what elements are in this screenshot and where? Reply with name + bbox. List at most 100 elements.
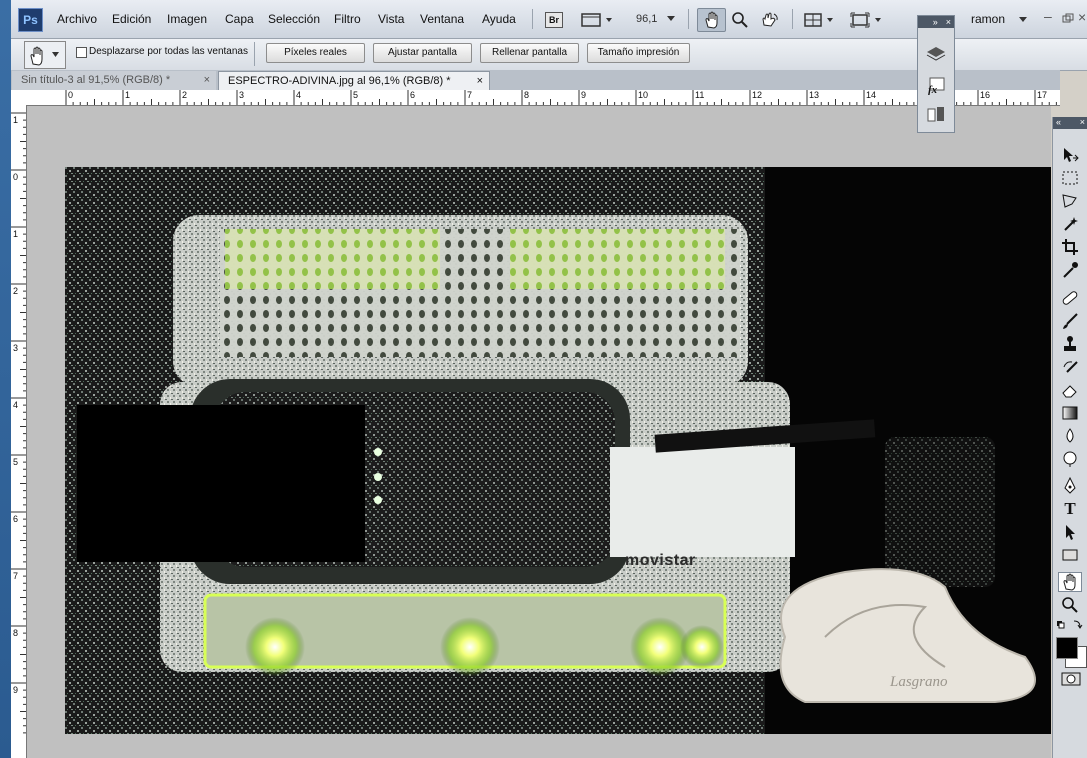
clone-stamp-tool[interactable] bbox=[1058, 334, 1082, 354]
ruler-label: 4 bbox=[13, 400, 19, 410]
rectangular-marquee-icon bbox=[1062, 171, 1078, 185]
ruler-label: 0 bbox=[13, 172, 19, 182]
layer-styles-icon[interactable]: fx bbox=[926, 77, 946, 95]
user-name[interactable]: ramon bbox=[971, 12, 1005, 26]
chevron-down-icon[interactable] bbox=[1018, 16, 1028, 24]
hand-icon bbox=[704, 11, 717, 29]
quick-mask-icon[interactable] bbox=[1061, 672, 1081, 686]
path-selection-tool[interactable] bbox=[1058, 522, 1082, 542]
tool-preset-picker[interactable] bbox=[24, 41, 66, 69]
move-tool[interactable] bbox=[1058, 145, 1082, 165]
menu-imagen[interactable]: Imagen bbox=[167, 12, 207, 26]
expand-panels-icon[interactable]: » bbox=[933, 17, 938, 27]
magic-wand-tool[interactable] bbox=[1058, 214, 1082, 234]
collapsed-panel-dock: » × fx bbox=[917, 15, 955, 133]
ruler-label: 2 bbox=[182, 90, 188, 100]
healing-brush-tool[interactable] bbox=[1058, 288, 1082, 308]
print-size-button[interactable]: Tamaño impresión bbox=[587, 43, 690, 63]
lasso-tool[interactable] bbox=[1058, 191, 1082, 211]
minimize-button[interactable]: – bbox=[1044, 8, 1052, 24]
eraser-icon bbox=[1062, 385, 1077, 398]
close-icon[interactable]: × bbox=[1080, 117, 1085, 129]
menu-vista[interactable]: Vista bbox=[378, 12, 404, 26]
panel-dock-header[interactable]: » × bbox=[918, 16, 954, 28]
close-window-button[interactable]: × bbox=[1078, 9, 1086, 25]
zoom-tool-button[interactable] bbox=[727, 8, 753, 32]
fit-screen-button[interactable]: Ajustar pantalla bbox=[373, 43, 472, 63]
router-photo bbox=[65, 167, 1051, 734]
eraser-tool[interactable] bbox=[1058, 380, 1082, 400]
extras-dropdown[interactable] bbox=[578, 8, 616, 32]
restore-icon[interactable] bbox=[1062, 13, 1074, 23]
history-states-icon[interactable] bbox=[926, 106, 946, 124]
gradient-icon bbox=[1062, 406, 1078, 420]
ruler-label: 1 bbox=[125, 90, 131, 100]
move-icon bbox=[1064, 148, 1079, 162]
foreground-color-swatch[interactable] bbox=[1056, 637, 1078, 659]
zoom-level[interactable]: 96,1 bbox=[636, 13, 657, 25]
history-brush-tool[interactable] bbox=[1058, 357, 1082, 377]
actual-pixels-button[interactable]: Píxeles reales bbox=[266, 43, 365, 63]
menu-ayuda[interactable]: Ayuda bbox=[482, 12, 516, 26]
bridge-icon: Br bbox=[545, 12, 563, 28]
bridge-button[interactable]: Br bbox=[542, 8, 566, 32]
ruler-label: 14 bbox=[866, 90, 877, 100]
arrow-icon bbox=[1066, 525, 1075, 540]
ruler-label: 9 bbox=[13, 685, 19, 695]
stamp-icon bbox=[1064, 336, 1076, 351]
type-tool[interactable]: T bbox=[1058, 499, 1082, 519]
ruler-label: 6 bbox=[13, 514, 19, 524]
menu-capa[interactable]: Capa bbox=[225, 12, 254, 26]
zoom-tool[interactable] bbox=[1058, 595, 1082, 615]
screen-mode-dropdown[interactable] bbox=[847, 8, 887, 32]
ruler-label: 5 bbox=[13, 457, 19, 467]
blur-tool[interactable] bbox=[1058, 426, 1082, 446]
menu-seleccion[interactable]: Selección bbox=[268, 12, 320, 26]
crop-tool[interactable] bbox=[1058, 237, 1082, 257]
hand-tool[interactable] bbox=[1058, 572, 1082, 592]
separator bbox=[688, 9, 689, 29]
menu-ventana[interactable]: Ventana bbox=[420, 12, 464, 26]
close-icon[interactable]: × bbox=[477, 72, 483, 91]
crop-icon bbox=[1062, 239, 1078, 255]
close-icon[interactable]: × bbox=[204, 71, 210, 90]
tab-sin-titulo[interactable]: Sin título-3 al 91,5% (RGB/8) * × bbox=[12, 71, 216, 90]
gradient-tool[interactable] bbox=[1058, 403, 1082, 423]
pen-tool[interactable] bbox=[1058, 476, 1082, 496]
dodge-tool[interactable] bbox=[1058, 449, 1082, 469]
ruler-label: 5 bbox=[353, 90, 359, 100]
chevron-down-icon[interactable] bbox=[666, 15, 676, 23]
chevron-down-icon bbox=[52, 52, 59, 57]
shape-tool[interactable] bbox=[1058, 545, 1082, 565]
scroll-all-windows-checkbox[interactable] bbox=[76, 47, 87, 58]
ruler-label: 7 bbox=[467, 90, 473, 100]
arrange-documents-dropdown[interactable] bbox=[801, 8, 839, 32]
eyedropper-icon bbox=[1063, 262, 1078, 278]
photo-brand-text: movistar bbox=[625, 552, 696, 569]
svg-text:fx: fx bbox=[928, 84, 938, 95]
tab-espectro-adivina[interactable]: ESPECTRO-ADIVINA.jpg al 96,1% (RGB/8) * … bbox=[218, 71, 490, 90]
document-image[interactable]: movistar Lasgrano bbox=[65, 167, 1051, 734]
default-swap-colors-icon[interactable] bbox=[1056, 619, 1084, 631]
marquee-tool[interactable] bbox=[1058, 168, 1082, 188]
ruler-label: 12 bbox=[752, 90, 763, 100]
ruler-label: 2 bbox=[13, 286, 19, 296]
menu-archivo[interactable]: Archivo bbox=[57, 12, 97, 26]
tools-panel-header[interactable]: «× bbox=[1053, 117, 1087, 129]
ruler-label: 17 bbox=[1037, 90, 1048, 100]
fill-screen-button[interactable]: Rellenar pantalla bbox=[480, 43, 579, 63]
menu-filtro[interactable]: Filtro bbox=[334, 12, 361, 26]
brush-tool[interactable] bbox=[1058, 311, 1082, 331]
menu-edicion[interactable]: Edición bbox=[112, 12, 151, 26]
rotate-view-button[interactable] bbox=[756, 8, 784, 32]
close-icon[interactable]: × bbox=[946, 17, 951, 27]
layers-panel-icon[interactable] bbox=[926, 45, 946, 63]
eyedropper-tool[interactable] bbox=[1058, 260, 1082, 280]
ruler-label: 13 bbox=[809, 90, 820, 100]
hand-tool-button[interactable] bbox=[697, 8, 726, 32]
dodge-icon bbox=[1063, 451, 1077, 467]
expand-tools-icon[interactable]: « bbox=[1056, 117, 1061, 129]
zoom-icon bbox=[732, 12, 748, 28]
ruler-label: 0 bbox=[68, 90, 74, 100]
rectangle-shape-icon bbox=[1062, 549, 1078, 561]
